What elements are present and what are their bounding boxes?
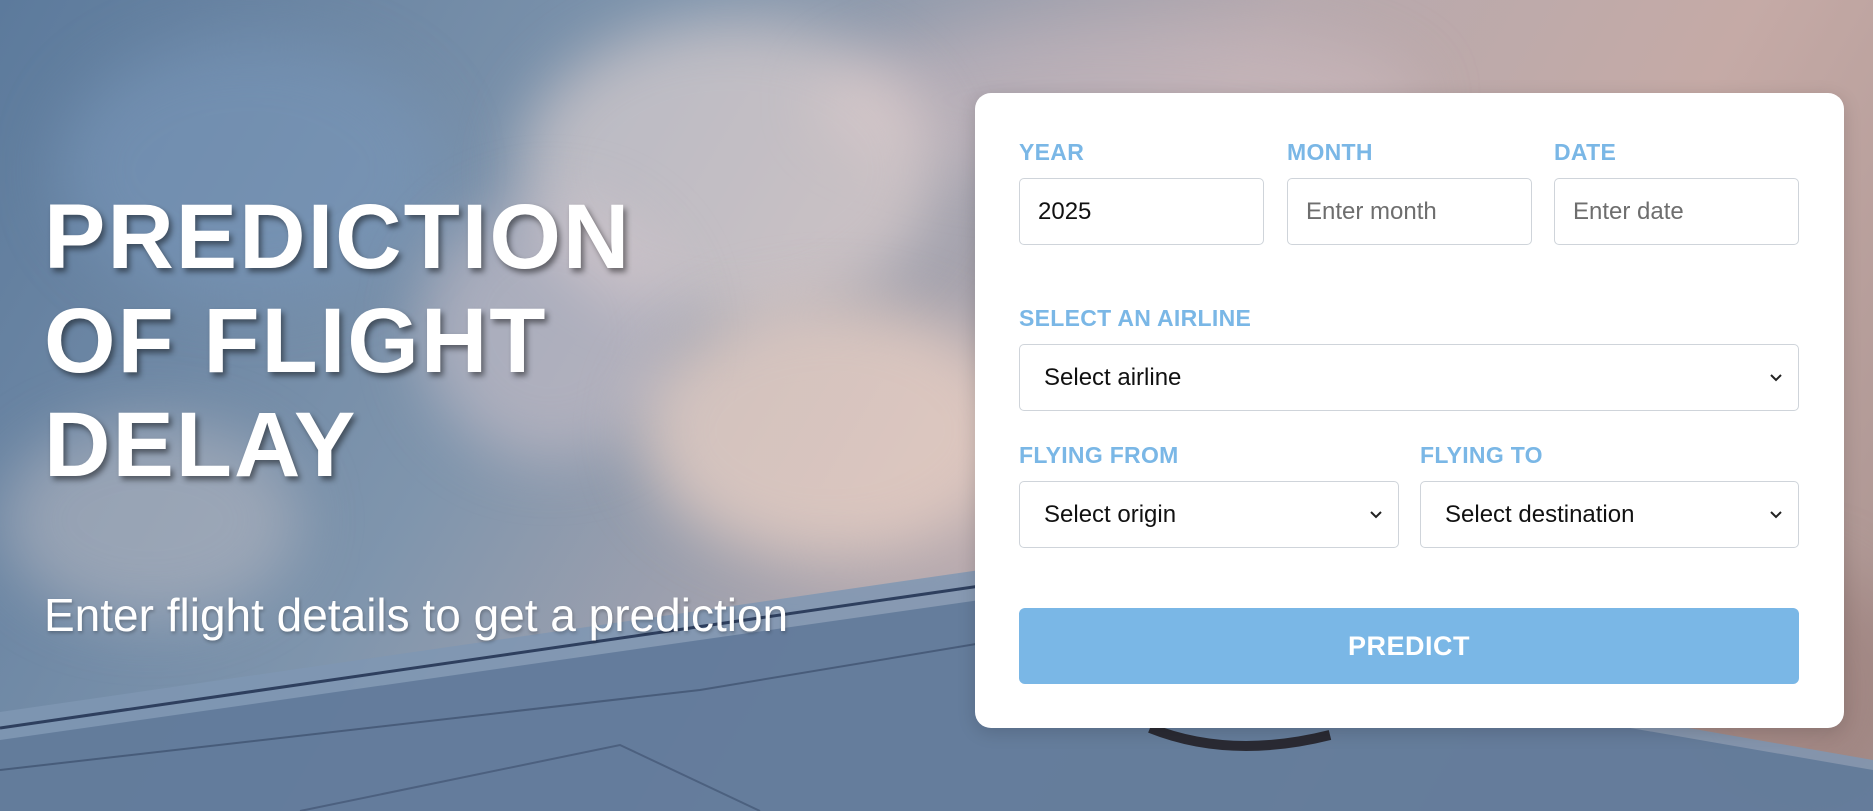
hero-subtitle: Enter flight details to get a prediction [44,589,789,641]
airline-select-value: Select airline [1044,363,1182,391]
destination-select[interactable]: Select destination [1420,481,1799,548]
chevron-down-icon [1770,374,1782,382]
hero-title: PREDICTION OF FLIGHT DELAY [44,185,764,497]
predict-button[interactable]: PREDICT [1019,608,1799,684]
chevron-down-icon [1370,511,1382,519]
date-input[interactable] [1554,178,1799,245]
destination-select-value: Select destination [1445,500,1635,528]
year-input[interactable] [1019,178,1264,245]
airline-select[interactable]: Select airline [1019,344,1799,411]
airline-label: SELECT AN AIRLINE [1019,305,1252,331]
date-label: DATE [1554,139,1617,165]
origin-select-value: Select origin [1044,500,1177,528]
origin-select[interactable]: Select origin [1019,481,1399,548]
prediction-form-card: YEAR MONTH DATE SELECT AN AIRLINE Select… [975,93,1844,728]
month-input[interactable] [1287,178,1532,245]
hero-title-line: DELAY [44,394,358,496]
hero-title-line: PREDICTION [44,186,632,288]
chevron-down-icon [1770,511,1782,519]
page: PREDICTION OF FLIGHT DELAY Enter flight … [0,0,1873,811]
year-label: YEAR [1019,139,1085,165]
destination-label: FLYING TO [1420,442,1543,468]
month-label: MONTH [1287,139,1373,165]
hero-title-line: OF FLIGHT [44,290,548,392]
origin-label: FLYING FROM [1019,442,1179,468]
